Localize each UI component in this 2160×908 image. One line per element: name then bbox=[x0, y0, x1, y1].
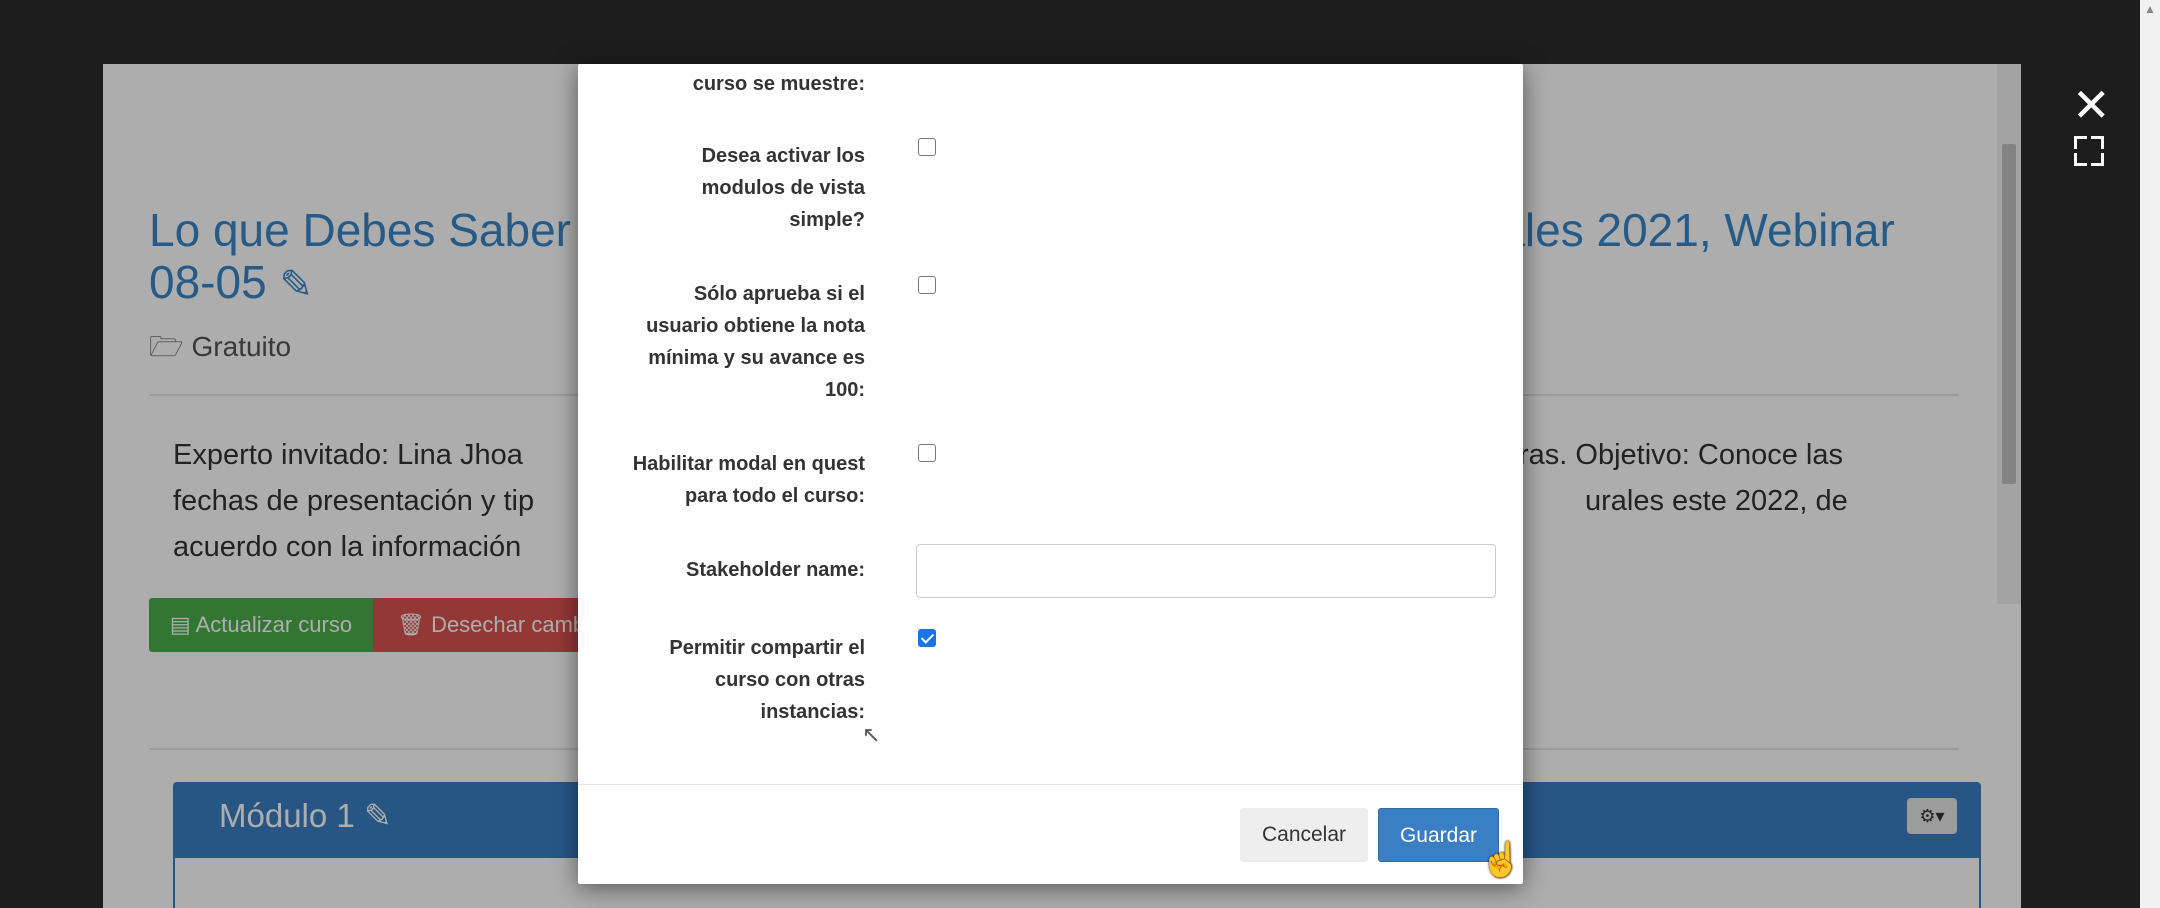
arrow-cursor-icon: ↖ bbox=[862, 722, 881, 747]
hand-cursor-icon: ☝ bbox=[1480, 841, 1523, 879]
scroll-up-arrow[interactable]: ▲ bbox=[2144, 2, 2156, 16]
modal-footer bbox=[578, 784, 1523, 785]
field-label: curso se muestre: bbox=[692, 73, 865, 95]
quest-modal-checkbox[interactable] bbox=[918, 444, 936, 462]
quest-modal-label: Habilitar modal en quest para todo el cu… bbox=[632, 453, 865, 507]
simple-view-checkbox[interactable] bbox=[918, 138, 936, 156]
approval-rule-label: Sólo aprueba si el usuario obtiene la no… bbox=[646, 283, 865, 401]
fullscreen-icon[interactable] bbox=[2074, 136, 2104, 166]
window-scrollbar[interactable]: ▲ bbox=[2140, 0, 2160, 908]
close-icon[interactable]: ✕ bbox=[2072, 82, 2111, 128]
simple-view-label: Desea activar los modulos de vista simpl… bbox=[701, 145, 865, 231]
stakeholder-name-label: Stakeholder name: bbox=[686, 559, 865, 581]
course-settings-modal: curso se muestre: Desea activar los modu… bbox=[578, 64, 1523, 884]
share-course-checkbox[interactable] bbox=[918, 629, 936, 647]
stakeholder-name-input[interactable] bbox=[916, 544, 1496, 598]
cancel-button[interactable]: Cancelar bbox=[1240, 808, 1368, 862]
share-course-label: Permitir compartir el curso con otras in… bbox=[669, 637, 865, 723]
approval-rule-checkbox[interactable] bbox=[918, 276, 936, 294]
